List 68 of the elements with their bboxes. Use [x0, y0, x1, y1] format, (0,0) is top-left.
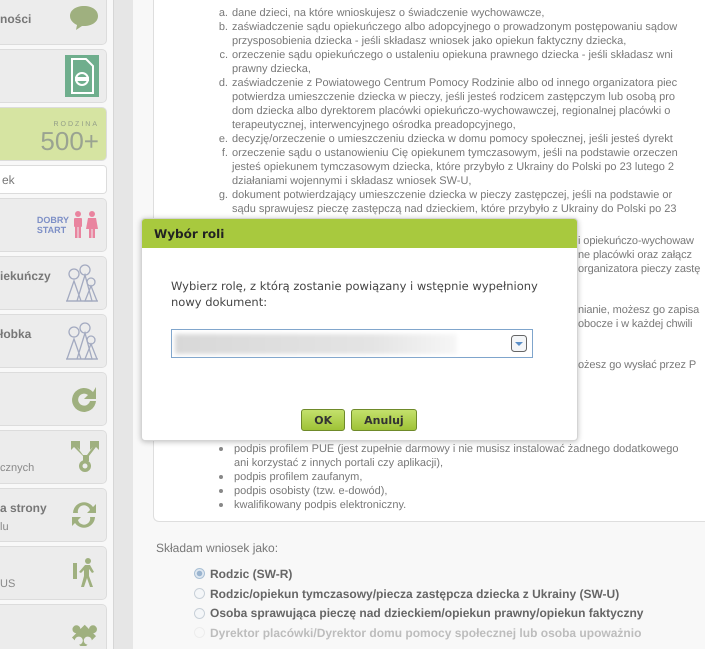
dialog-title: Wybór roli	[154, 226, 224, 240]
document-icon	[65, 55, 99, 97]
list-text: terapeutycznej, interwencyjnego ośrodka preadopcyjnego,	[232, 118, 517, 132]
list-letter: a.	[218, 6, 229, 20]
sidebar-item[interactable]: US	[0, 546, 107, 600]
list-letter: c.	[218, 48, 229, 63]
list-letter: g.	[218, 188, 229, 203]
speech-bubble-icon	[69, 5, 99, 31]
caret-icon	[511, 335, 527, 352]
list-text: działaniami wojennymi i składasz wniosek SW-U,	[232, 174, 472, 188]
list-text: zaświadczenie sądu opiekuńczego albo adopcyjnego o prowadzonym postępowaniu sądow	[232, 20, 678, 34]
paragraph-text: i opiekuńczo-wychowaw	[578, 234, 695, 248]
list-text: podpis profilem zaufanym,	[234, 470, 362, 484]
sidebar-item[interactable]	[0, 49, 107, 103]
list-text: orzeczenie sądu o ustanowieniu Cię opiekunem tymczasowym, jeśli na podstawie orzeczen	[232, 146, 678, 160]
list-text: jesteś opiekunem tymczasowym dziecka, które przybyło z Ukrainy do Polski po 23 lutego 2	[232, 160, 676, 174]
paragraph-text: ne placówki oraz załącz	[578, 248, 693, 262]
sidebar-item[interactable]: łobka	[0, 314, 107, 368]
sidebar-item[interactable]: a strony lu	[0, 488, 107, 542]
radio-button[interactable]	[194, 608, 205, 619]
list-text: dokument potwierdzający umieszczenie dziecka w pieczy zastępczej, jeśli na podstawie or	[232, 188, 674, 202]
paragraph-text: organizatora pieczy zastę	[578, 262, 702, 276]
radio-label[interactable]: Osoba sprawująca pieczę nad dzieckiem/opiekun prawny/opiekun faktyczny	[210, 606, 644, 620]
sidebar-item[interactable]: DOBRY START	[0, 198, 107, 252]
sidebar-item[interactable]	[0, 372, 107, 426]
list-text: ani korzystać z innych portali czy aplikacji),	[234, 456, 444, 470]
list-text: dom dziecka albo dyrektorem placówki opiekuńczo-wychowawczej, regionalnej placówki o	[232, 104, 672, 118]
paragraph-text: obocze i w każdej chwili	[578, 317, 694, 331]
family-icon	[65, 322, 99, 360]
branch-arrows-icon	[71, 441, 99, 473]
sidebar-item[interactable]	[0, 604, 107, 649]
bullet-icon	[219, 447, 223, 451]
list-text: orzeczenie sądu opiekuńczego o ustaleniu opiekuna prawnego dziecka - jeśli składasz wni	[232, 48, 673, 62]
sidebar-item[interactable]: iekuńczy	[0, 256, 107, 310]
list-text: podpis profilem PUE (jest zupełnie darmowy i nie musisz instalować żadnego dodatkowego	[234, 442, 679, 456]
sync-icon	[69, 500, 99, 530]
paragraph-text: ożesz go wysłać przez P	[578, 358, 698, 372]
bullet-icon	[219, 475, 223, 479]
radio-label[interactable]: Rodzic (SW-R)	[210, 566, 292, 581]
role-dropdown[interactable]	[171, 329, 533, 358]
paragraph-text: nianie, możesz go zapisa	[578, 303, 700, 317]
dialog-message: Wybierz rolę, z którą zostanie powiązany i wstępnie wypełniony nowy dokument:	[171, 278, 539, 310]
radio-label[interactable]: Rodzic/opiekun tymczasowy/piecza zastępcza dziecka z Ukrainy (SW-U)	[210, 586, 620, 601]
list-letter: d.	[218, 76, 229, 91]
list-letter: f.	[220, 146, 229, 161]
sidebar-item[interactable]: cznych	[0, 430, 107, 484]
bullet-icon	[219, 489, 223, 493]
list-text: zaświadczenie z Powiatowego Centrum Pomocy Rodzinie albo od innego organizatora piec	[232, 76, 678, 90]
list-text: kwalifikowany podpis elektroniczny.	[234, 498, 406, 512]
dialog-button[interactable]: Anuluj	[351, 409, 417, 431]
list-text: sądu sprawujesz pieczę zastępczą nad dzieckiem, które przybyło z Ukrainy do Polski po 23	[232, 202, 676, 216]
list-letter: b.	[218, 20, 229, 35]
dialog-button[interactable]: OK	[301, 409, 346, 431]
list-text: przysposobienia dziecka - jeśli składasz wniosek jako opiekun faktyczny dziecka,	[232, 34, 628, 48]
list-text: podpis osobisty (tzw. e-dowód),	[234, 484, 388, 498]
list-text: potwierdza umieszczenie dziecka w pieczy, jeśli jesteś rodzicem zastępczym lub osobą pro	[232, 90, 676, 104]
radio-button[interactable]	[194, 568, 205, 580]
radio-button[interactable]	[194, 588, 205, 600]
list-text: prawny dziecka,	[232, 62, 312, 76]
list-text: dane dzieci, na które wnioskujesz o świadczenie wychowawcze,	[232, 6, 544, 20]
sidebar-item[interactable]: ności	[0, 0, 107, 45]
list-text: decyzję/orzeczenie o umieszczeniu dziecka w domu pomocy społecznej, jeśli jesteś dyrekt	[232, 132, 673, 146]
form-label: Składam wniosek jako:	[156, 541, 280, 555]
list-letter: e.	[218, 132, 229, 146]
sidebar-search-field[interactable]: ek	[0, 165, 107, 194]
family-icon	[65, 264, 99, 302]
bullet-icon	[219, 503, 223, 507]
children-icon	[71, 210, 99, 240]
